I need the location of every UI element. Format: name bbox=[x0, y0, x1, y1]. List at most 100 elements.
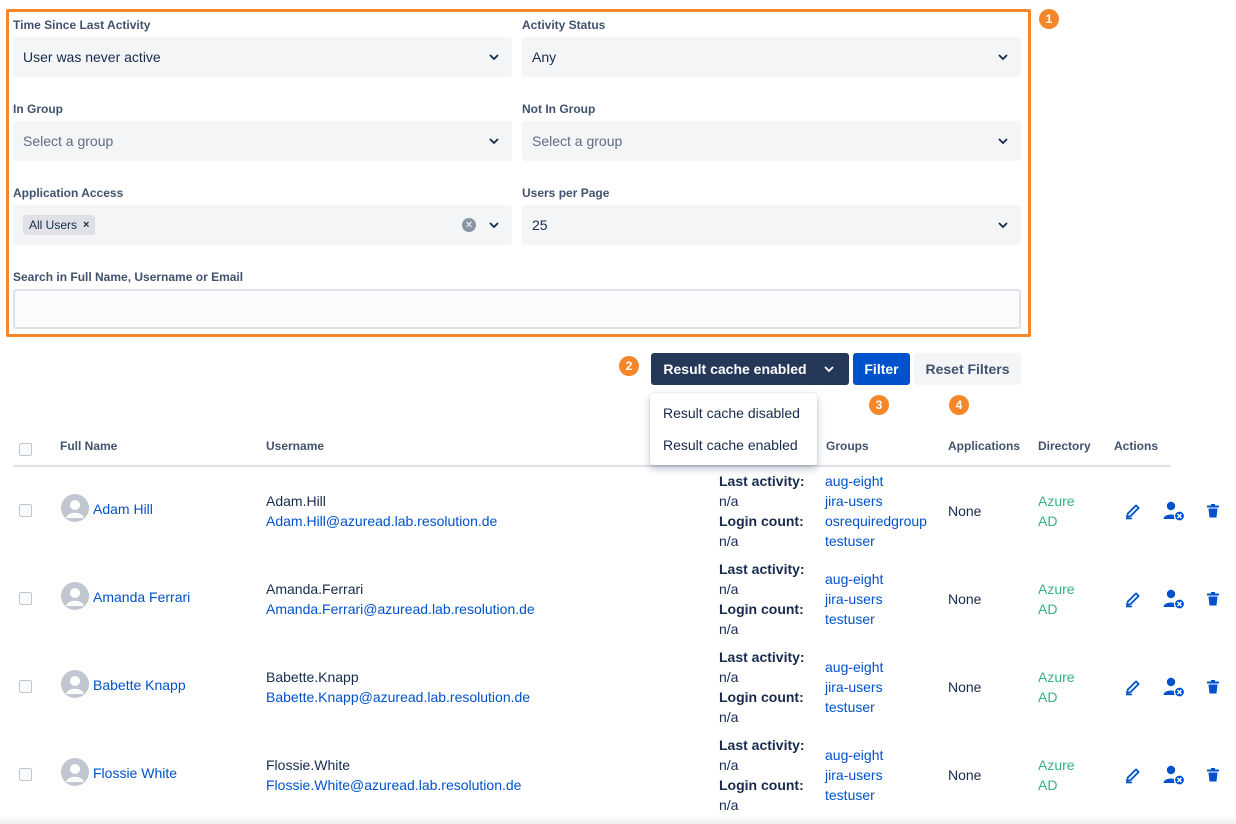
activity-info: Last activity: n/a Login count: n/a bbox=[719, 559, 805, 639]
edit-pencil-icon[interactable] bbox=[1124, 502, 1142, 520]
header-groups: Groups bbox=[826, 439, 869, 453]
users-per-page-select[interactable]: 25 bbox=[522, 205, 1021, 245]
remove-chip-icon[interactable]: × bbox=[83, 219, 89, 231]
chevron-down-icon bbox=[995, 49, 1011, 65]
all-users-chip: All Users × bbox=[23, 215, 96, 235]
remove-user-icon[interactable] bbox=[1162, 588, 1186, 610]
group-link[interactable]: osrequiredgroup bbox=[825, 511, 927, 531]
trash-icon[interactable] bbox=[1206, 504, 1220, 518]
directory-line: Azure bbox=[1038, 493, 1075, 509]
in-group-select[interactable]: Select a group bbox=[13, 121, 512, 161]
row-checkbox[interactable] bbox=[19, 504, 32, 517]
groups-list: aug-eight jira-users testuser bbox=[825, 569, 883, 629]
login-count-label: Login count: bbox=[719, 513, 804, 529]
time-since-select[interactable]: User was never active bbox=[13, 37, 512, 77]
avatar-icon bbox=[61, 582, 89, 610]
groups-list: aug-eight jira-users osrequiredgroup tes… bbox=[825, 471, 927, 551]
trash-icon[interactable] bbox=[1206, 680, 1220, 694]
login-count-value: n/a bbox=[719, 797, 739, 813]
edit-pencil-icon[interactable] bbox=[1124, 766, 1142, 784]
select-all-checkbox[interactable] bbox=[19, 443, 32, 456]
avatar-icon bbox=[61, 670, 89, 698]
callout-badge-3: 3 bbox=[869, 395, 889, 415]
groups-list: aug-eight jira-users testuser bbox=[825, 657, 883, 717]
email-link[interactable]: Adam.Hill@azuread.lab.resolution.de bbox=[266, 513, 497, 529]
result-cache-button[interactable]: Result cache enabled bbox=[651, 353, 849, 385]
username-text: Flossie.White bbox=[266, 757, 351, 773]
chip-label: All Users bbox=[29, 218, 78, 232]
group-link[interactable]: jira-users bbox=[825, 491, 927, 511]
group-link[interactable]: aug-eight bbox=[825, 471, 927, 491]
login-count-label: Login count: bbox=[719, 601, 804, 617]
row-checkbox[interactable] bbox=[19, 768, 32, 781]
login-count-value: n/a bbox=[719, 533, 739, 549]
search-label: Search in Full Name, Username or Email bbox=[13, 270, 244, 284]
last-activity-label: Last activity: bbox=[719, 561, 805, 577]
trash-icon[interactable] bbox=[1206, 768, 1220, 782]
directory-line: Azure bbox=[1038, 581, 1075, 597]
user-full-name-link[interactable]: Adam Hill bbox=[93, 501, 153, 517]
activity-status-select[interactable]: Any bbox=[522, 37, 1021, 77]
username-text: Adam.Hill bbox=[266, 493, 326, 509]
group-link[interactable]: testuser bbox=[825, 531, 927, 551]
not-in-group-label: Not In Group bbox=[522, 102, 596, 116]
not-in-group-select[interactable]: Select a group bbox=[522, 121, 1021, 161]
group-link[interactable]: jira-users bbox=[825, 589, 883, 609]
email-link[interactable]: Babette.Knapp@azuread.lab.resolution.de bbox=[266, 689, 530, 705]
filter-button[interactable]: Filter bbox=[853, 353, 910, 385]
app-access-select[interactable]: All Users × ✕ bbox=[13, 205, 512, 245]
chevron-down-icon bbox=[486, 217, 502, 233]
header-actions: Actions bbox=[1114, 439, 1159, 453]
directory-value: Azure AD bbox=[1038, 755, 1075, 795]
directory-line: AD bbox=[1038, 513, 1058, 529]
trash-icon[interactable] bbox=[1206, 592, 1220, 606]
search-input[interactable] bbox=[13, 289, 1021, 329]
header-username[interactable]: Username bbox=[266, 439, 324, 453]
user-full-name-link[interactable]: Flossie White bbox=[93, 765, 177, 781]
login-count-value: n/a bbox=[719, 709, 739, 725]
remove-user-icon[interactable] bbox=[1162, 764, 1186, 786]
header-full-name[interactable]: Full Name bbox=[60, 439, 117, 453]
avatar-icon bbox=[61, 758, 89, 786]
groups-list: aug-eight jira-users testuser bbox=[825, 745, 883, 805]
time-since-value: User was never active bbox=[23, 49, 161, 65]
clear-icon[interactable]: ✕ bbox=[462, 218, 476, 232]
group-link[interactable]: testuser bbox=[825, 697, 883, 717]
edit-pencil-icon[interactable] bbox=[1124, 590, 1142, 608]
directory-line: AD bbox=[1038, 777, 1058, 793]
group-link[interactable]: testuser bbox=[825, 785, 883, 805]
edit-pencil-icon[interactable] bbox=[1124, 678, 1142, 696]
group-link[interactable]: aug-eight bbox=[825, 745, 883, 765]
remove-user-icon[interactable] bbox=[1162, 676, 1186, 698]
bottom-edge bbox=[0, 816, 1236, 824]
app-access-label: Application Access bbox=[13, 186, 124, 200]
row-checkbox[interactable] bbox=[19, 680, 32, 693]
activity-info: Last activity: n/a Login count: n/a bbox=[719, 471, 805, 551]
row-checkbox[interactable] bbox=[19, 592, 32, 605]
activity-status-value: Any bbox=[532, 49, 557, 65]
users-per-page-label: Users per Page bbox=[522, 186, 610, 200]
email-link[interactable]: Flossie.White@azuread.lab.resolution.de bbox=[266, 777, 521, 793]
user-full-name-link[interactable]: Amanda Ferrari bbox=[93, 589, 190, 605]
group-link[interactable]: aug-eight bbox=[825, 569, 883, 589]
group-link[interactable]: jira-users bbox=[825, 677, 883, 697]
applications-value: None bbox=[948, 591, 982, 607]
in-group-label: In Group bbox=[13, 102, 63, 116]
activity-status-label: Activity Status bbox=[522, 18, 606, 32]
group-link[interactable]: testuser bbox=[825, 609, 883, 629]
reset-filters-button[interactable]: Reset Filters bbox=[914, 353, 1021, 385]
result-cache-label: Result cache enabled bbox=[663, 361, 807, 377]
user-full-name-link[interactable]: Babette Knapp bbox=[93, 677, 186, 693]
directory-line: Azure bbox=[1038, 757, 1075, 773]
menu-item-cache-disabled[interactable]: Result cache disabled bbox=[650, 397, 817, 429]
in-group-placeholder: Select a group bbox=[23, 133, 114, 149]
menu-item-cache-enabled[interactable]: Result cache enabled bbox=[650, 429, 817, 461]
time-since-label: Time Since Last Activity bbox=[13, 18, 151, 32]
login-count-value: n/a bbox=[719, 621, 739, 637]
group-link[interactable]: aug-eight bbox=[825, 657, 883, 677]
not-in-group-placeholder: Select a group bbox=[532, 133, 623, 149]
directory-line: AD bbox=[1038, 601, 1058, 617]
remove-user-icon[interactable] bbox=[1162, 500, 1186, 522]
email-link[interactable]: Amanda.Ferrari@azuread.lab.resolution.de bbox=[266, 601, 535, 617]
group-link[interactable]: jira-users bbox=[825, 765, 883, 785]
